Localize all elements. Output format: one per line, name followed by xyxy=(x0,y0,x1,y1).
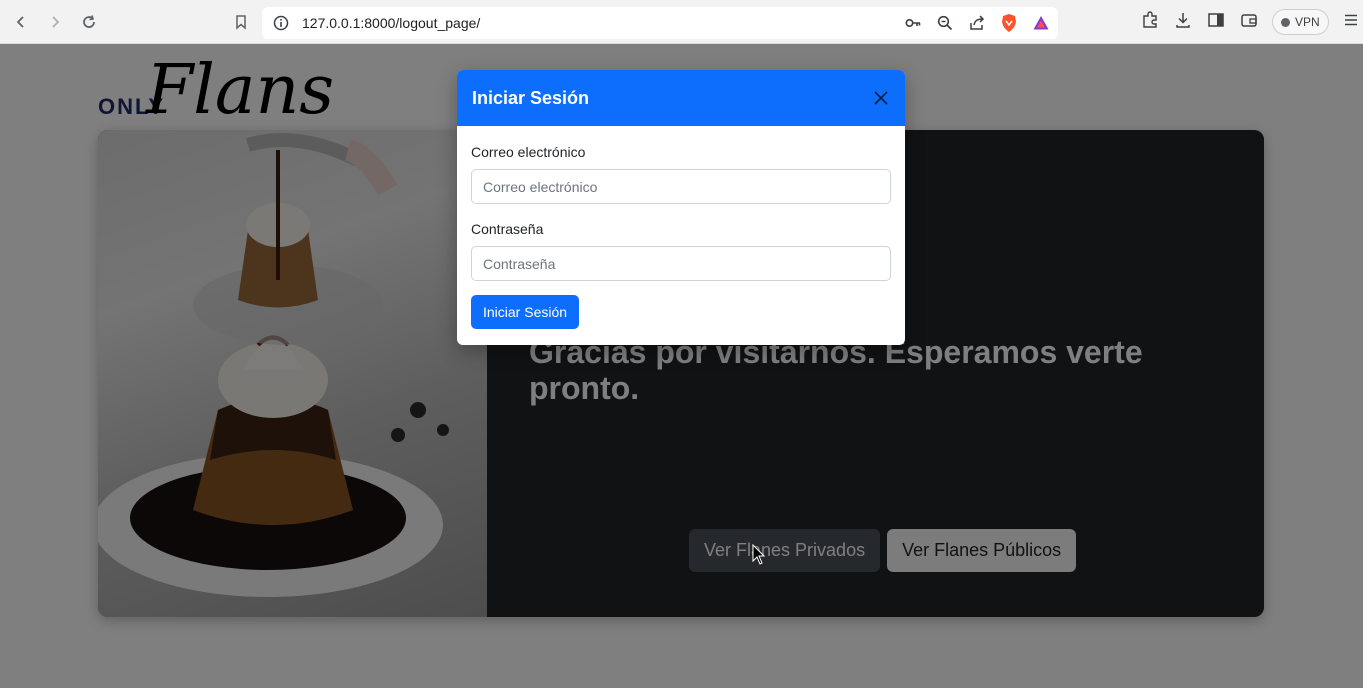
close-icon[interactable] xyxy=(871,88,891,108)
modal-header: Iniciar Sesión xyxy=(457,70,905,126)
extensions-icon[interactable] xyxy=(1140,10,1160,35)
brave-rewards-icon[interactable] xyxy=(1032,14,1050,37)
brave-shield-icon[interactable] xyxy=(1000,13,1018,38)
share-icon[interactable] xyxy=(968,14,986,37)
browser-toolbar: 127.0.0.1:8000/logout_page/ VPN xyxy=(0,0,1363,44)
sidebar-icon[interactable] xyxy=(1206,10,1226,35)
modal-title: Iniciar Sesión xyxy=(472,87,590,108)
email-field[interactable] xyxy=(471,169,891,204)
modal-body: Correo electrónico Contraseña Iniciar Se… xyxy=(457,126,905,329)
site-info-icon[interactable] xyxy=(272,14,290,37)
password-field[interactable] xyxy=(471,246,891,281)
vpn-status-icon xyxy=(1281,17,1290,27)
download-icon[interactable] xyxy=(1173,10,1193,35)
password-label: Contraseña xyxy=(471,221,544,237)
login-modal: Iniciar Sesión Correo electrónico Contra… xyxy=(457,70,905,345)
vpn-label: VPN xyxy=(1295,15,1320,29)
vpn-button[interactable]: VPN xyxy=(1272,9,1329,35)
key-icon[interactable] xyxy=(904,14,922,37)
mouse-cursor-icon xyxy=(752,543,766,571)
bookmark-icon[interactable] xyxy=(229,10,253,34)
address-bar[interactable]: 127.0.0.1:8000/logout_page/ xyxy=(262,7,1058,39)
reload-icon[interactable] xyxy=(77,10,101,34)
url-text: 127.0.0.1:8000/logout_page/ xyxy=(302,15,481,31)
login-submit-button[interactable]: Iniciar Sesión xyxy=(471,295,580,329)
forward-icon[interactable] xyxy=(43,10,67,34)
back-icon[interactable] xyxy=(9,10,33,34)
wallet-icon[interactable] xyxy=(1239,10,1259,35)
email-label: Correo electrónico xyxy=(471,144,586,160)
zoom-icon[interactable] xyxy=(936,14,954,37)
menu-icon[interactable] xyxy=(1342,11,1360,34)
